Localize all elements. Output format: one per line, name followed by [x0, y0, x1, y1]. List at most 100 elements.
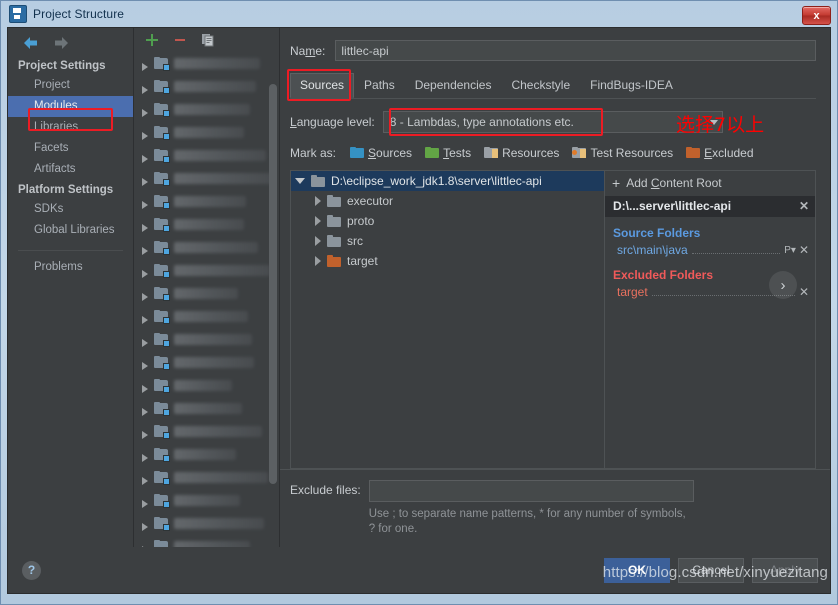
remove-excluded-folder-icon[interactable]: ✕	[799, 286, 809, 298]
chevron-right-icon[interactable]	[140, 335, 152, 347]
sidebar-item-libraries[interactable]: Libraries	[8, 117, 133, 138]
module-list-item[interactable]	[134, 535, 279, 547]
chevron-right-icon[interactable]	[140, 496, 152, 508]
module-list-item[interactable]	[134, 328, 279, 351]
tab-checkstyle[interactable]: Checkstyle	[501, 73, 580, 98]
module-name-input[interactable]	[335, 40, 816, 61]
module-list-item[interactable]	[134, 489, 279, 512]
module-list-item[interactable]	[134, 374, 279, 397]
module-list-item[interactable]	[134, 98, 279, 121]
expand-pane-icon[interactable]: ›	[769, 271, 797, 299]
tree-row[interactable]: D:\eclipse_work_jdk1.8\server\littlec-ap…	[291, 171, 604, 191]
tab-dependencies[interactable]: Dependencies	[405, 73, 502, 98]
chevron-right-icon[interactable]	[140, 519, 152, 531]
chevron-right-icon[interactable]	[140, 174, 152, 186]
sidebar-item-artifacts[interactable]: Artifacts	[8, 159, 133, 180]
sidebar-item-global-libraries[interactable]: Global Libraries	[8, 220, 133, 241]
module-list-item[interactable]	[134, 512, 279, 535]
chevron-right-icon[interactable]	[140, 82, 152, 94]
chevron-right-icon[interactable]	[140, 266, 152, 278]
chevron-right-icon[interactable]	[140, 105, 152, 117]
add-module-icon[interactable]	[144, 32, 160, 48]
mark-as-sources-button[interactable]: Sources	[350, 146, 412, 160]
chevron-right-icon[interactable]	[140, 542, 152, 547]
chevron-right-icon[interactable]	[140, 59, 152, 71]
tree-row[interactable]: src	[291, 231, 604, 251]
module-list-item[interactable]	[134, 397, 279, 420]
mark-as-resources-button[interactable]: Resources	[484, 146, 559, 160]
sidebar-item-modules[interactable]: Modules	[8, 96, 133, 117]
module-list-item[interactable]	[134, 121, 279, 144]
remove-module-icon[interactable]	[172, 32, 188, 48]
mark-as-sources-label: Sources	[368, 146, 413, 160]
sidebar-item-sdks[interactable]: SDKs	[8, 199, 133, 220]
tree-item-label: src	[347, 234, 363, 248]
copy-module-icon[interactable]	[200, 32, 216, 48]
module-list-item[interactable]	[134, 443, 279, 466]
module-list-item[interactable]	[134, 213, 279, 236]
chevron-right-icon[interactable]	[140, 243, 152, 255]
sidebar-item-facets[interactable]: Facets	[8, 138, 133, 159]
module-folder-icon	[154, 149, 170, 163]
tab-sources[interactable]: Sources	[290, 73, 355, 98]
chevron-down-icon[interactable]	[295, 178, 305, 184]
module-list-item[interactable]	[134, 420, 279, 443]
chevron-right-icon[interactable]	[315, 216, 321, 226]
sidebar-item-problems[interactable]: Problems	[8, 257, 133, 278]
remove-content-root-icon[interactable]: ✕	[799, 200, 809, 212]
module-list-item[interactable]	[134, 236, 279, 259]
close-icon[interactable]: x	[802, 6, 831, 25]
module-list-item[interactable]	[134, 351, 279, 374]
chevron-right-icon[interactable]	[315, 196, 321, 206]
exclude-files-input[interactable]	[368, 480, 694, 502]
module-list-scrollbar[interactable]	[269, 84, 277, 484]
sidebar-item-project[interactable]: Project	[8, 75, 133, 96]
mark-as-tests-button[interactable]: Tests	[425, 146, 471, 160]
module-list-item[interactable]	[134, 466, 279, 489]
chevron-right-icon[interactable]	[140, 381, 152, 393]
module-list-item[interactable]	[134, 144, 279, 167]
chevron-right-icon[interactable]	[140, 312, 152, 324]
chevron-right-icon[interactable]	[140, 128, 152, 140]
module-list-item[interactable]	[134, 305, 279, 328]
apply-button[interactable]: Apply	[752, 557, 818, 583]
remove-source-folder-icon[interactable]: ✕	[799, 244, 809, 256]
module-list-item[interactable]	[134, 259, 279, 282]
language-level-select[interactable]: 8 - Lambdas, type annotations etc.	[382, 111, 723, 133]
source-folder-item[interactable]: src\main\java P▾ ✕	[605, 242, 815, 259]
mark-as-test-resources-button[interactable]: Test Resources	[572, 146, 673, 160]
tree-row[interactable]: proto	[291, 211, 604, 231]
forward-arrow-icon[interactable]	[53, 36, 70, 50]
chevron-right-icon[interactable]	[140, 473, 152, 485]
cancel-button[interactable]: Cancel	[678, 557, 744, 583]
chevron-right-icon[interactable]	[140, 197, 152, 209]
ok-button[interactable]: OK	[604, 557, 670, 583]
chevron-right-icon[interactable]	[140, 404, 152, 416]
help-icon[interactable]: ?	[22, 560, 41, 580]
tab-findbugs-idea[interactable]: FindBugs-IDEA	[580, 73, 683, 98]
module-list-item[interactable]	[134, 190, 279, 213]
sidebar-nav	[8, 28, 133, 56]
module-list-item[interactable]	[134, 75, 279, 98]
chevron-right-icon[interactable]	[315, 256, 321, 266]
tab-paths[interactable]: Paths	[354, 73, 405, 98]
module-list-item[interactable]	[134, 52, 279, 75]
tree-row[interactable]: executor	[291, 191, 604, 211]
module-list[interactable]	[134, 50, 279, 547]
chevron-right-icon[interactable]	[140, 220, 152, 232]
chevron-right-icon[interactable]	[140, 427, 152, 439]
module-list-item[interactable]	[134, 167, 279, 190]
chevron-right-icon[interactable]	[140, 450, 152, 462]
back-arrow-icon[interactable]	[22, 36, 39, 50]
add-content-root-button[interactable]: + Add Content Root	[605, 171, 815, 196]
content-root-header[interactable]: D:\...server\littlec-api ✕	[605, 196, 815, 217]
tree-row[interactable]: target	[291, 251, 604, 271]
chevron-right-icon[interactable]	[140, 289, 152, 301]
package-prefix-icon[interactable]: P▾	[784, 245, 796, 256]
chevron-right-icon[interactable]	[140, 358, 152, 370]
module-list-item[interactable]	[134, 282, 279, 305]
mark-as-excluded-button[interactable]: Excluded	[686, 146, 754, 160]
chevron-right-icon[interactable]	[315, 236, 321, 246]
chevron-right-icon[interactable]	[140, 151, 152, 163]
sidebar-group-title: Project Settings	[18, 60, 106, 72]
